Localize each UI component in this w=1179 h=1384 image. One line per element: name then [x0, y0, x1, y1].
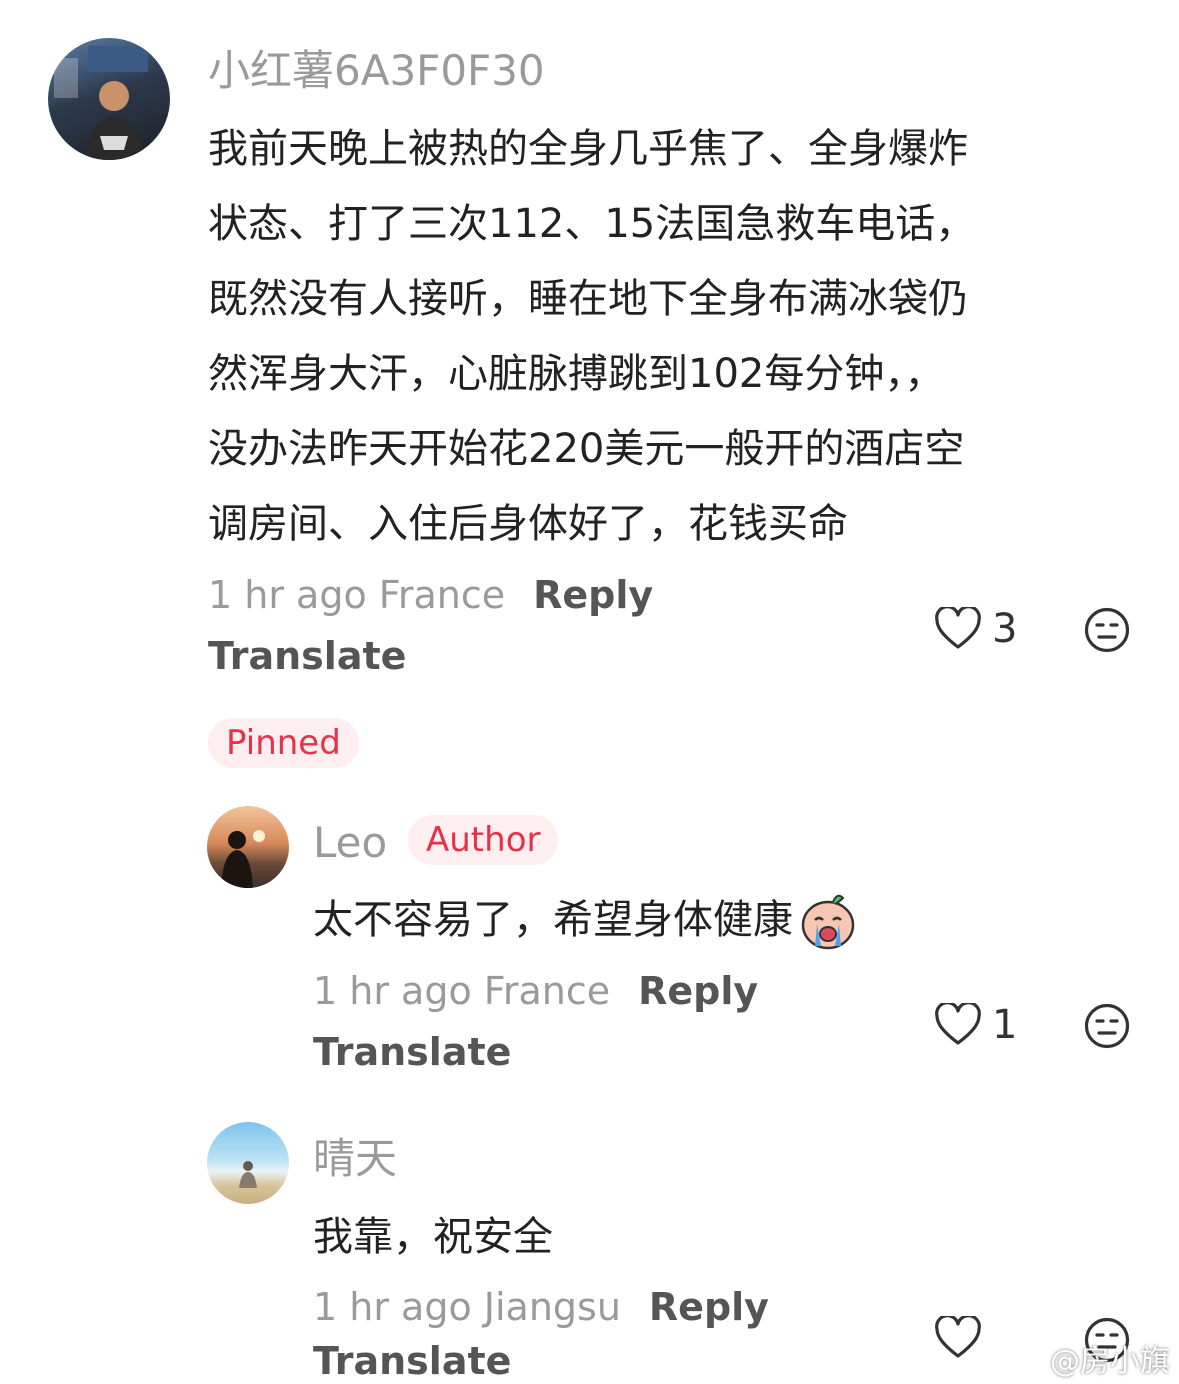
pinned-badge: Pinned	[208, 718, 359, 768]
comment-meta: 1 hr ago France Reply	[208, 572, 653, 618]
reply-text: 太不容易了，希望身体健康	[313, 897, 793, 943]
comment-line: 既然没有人接听，睡在地下全身布满冰袋仍	[208, 276, 968, 322]
reply-meta: 1 hr ago Jiangsu Reply	[313, 1284, 769, 1330]
avatar-silhouette-image	[221, 830, 265, 888]
like-button[interactable]: 3	[934, 606, 1017, 652]
reply-button[interactable]: Reply	[638, 969, 758, 1013]
avatar[interactable]	[207, 806, 289, 888]
reply-button[interactable]: Reply	[533, 573, 653, 617]
neutral-face-icon	[1084, 607, 1130, 653]
avatar-person-image	[54, 46, 148, 160]
crying-emoji-icon	[801, 894, 855, 949]
watermark-text: @房小旗	[1050, 1344, 1170, 1379]
comment-line: 我前天晚上被热的全身几乎焦了、全身爆炸	[208, 126, 968, 172]
translate-button[interactable]: Translate	[313, 1338, 511, 1384]
reply-text: 我靠，祝安全	[313, 1214, 553, 1260]
watermark: @房小旗	[1004, 1336, 1170, 1380]
comment-body: 我前天晚上被热的全身几乎焦了、全身爆炸 状态、打了三次112、15法国急救车电话…	[208, 112, 1168, 562]
reply-timestamp-location: 1 hr ago Jiangsu	[313, 1285, 621, 1329]
reply-meta: 1 hr ago France Reply	[313, 968, 758, 1014]
reply-button[interactable]: Reply	[649, 1285, 769, 1329]
translate-button[interactable]: Translate	[313, 1029, 511, 1075]
avatar[interactable]	[48, 38, 170, 160]
comment-line: 状态、打了三次112、15法国急救车电话，	[208, 201, 976, 247]
reply-username[interactable]: 晴天	[313, 1134, 397, 1184]
neutral-face-icon	[1084, 1003, 1130, 1049]
like-button[interactable]	[934, 1316, 992, 1360]
translate-button[interactable]: Translate	[208, 633, 406, 679]
weibo-logo-icon	[1005, 1346, 1042, 1374]
avatar[interactable]	[207, 1122, 289, 1204]
dislike-button[interactable]	[1083, 606, 1131, 658]
reply-username[interactable]: Leo	[313, 818, 387, 868]
heart-outline-icon	[935, 607, 981, 649]
like-count: 3	[992, 606, 1018, 652]
comment-username[interactable]: 小红薯6A3F0F30	[208, 46, 545, 96]
reply-body: 太不容易了，希望身体健康	[313, 883, 859, 958]
comment-line: 调房间、入住后身体好了，花钱买命	[208, 501, 848, 547]
heart-outline-icon	[935, 1003, 981, 1045]
avatar-beach-image	[239, 1161, 257, 1188]
comment-line: 没办法昨天开始花220美元一般开的酒店空	[208, 426, 965, 472]
author-badge: Author	[408, 815, 559, 865]
like-button[interactable]: 1	[934, 1002, 1017, 1048]
comment-timestamp-location: 1 hr ago France	[208, 573, 506, 617]
comment-line: 然浑身大汗，心脏脉搏跳到102每分钟，，	[208, 351, 945, 397]
heart-outline-icon	[935, 1316, 981, 1358]
reply-timestamp-location: 1 hr ago France	[313, 969, 611, 1013]
like-count: 1	[992, 1002, 1018, 1048]
dislike-button[interactable]	[1083, 1002, 1131, 1054]
